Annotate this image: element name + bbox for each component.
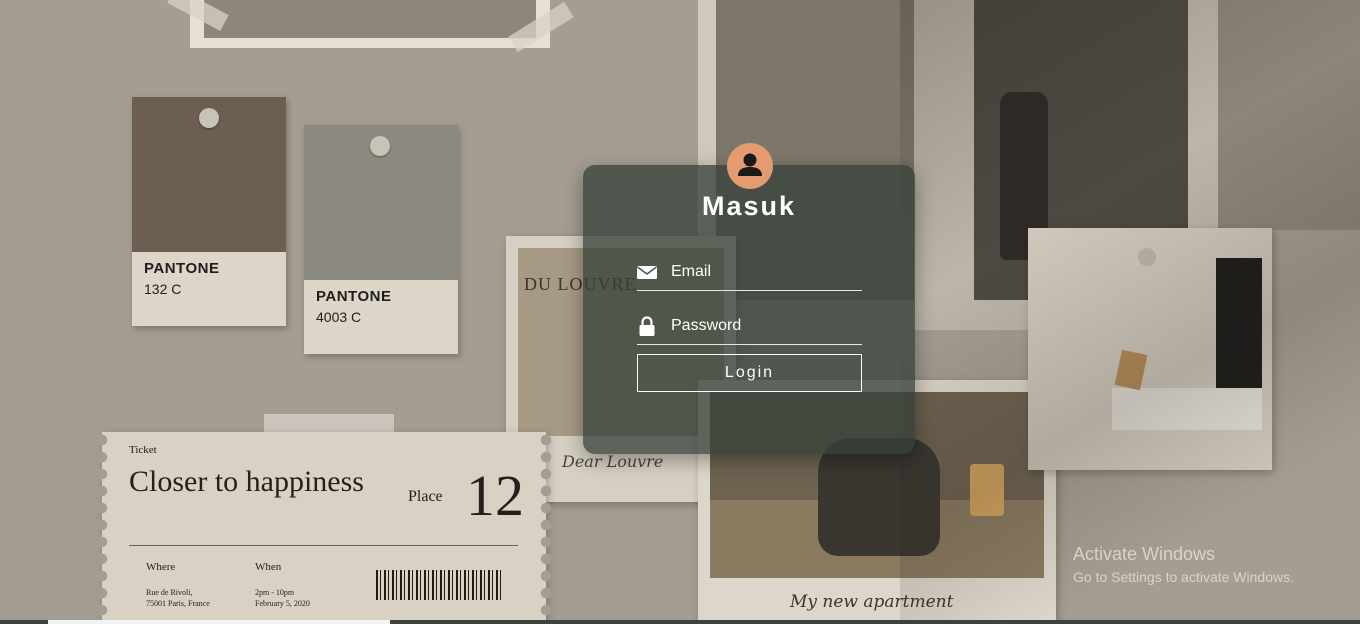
leaf-shadow bbox=[900, 0, 1360, 624]
ticket-where-label: Where bbox=[146, 561, 176, 573]
pin bbox=[370, 136, 390, 156]
ticket-place-number: 12 bbox=[466, 463, 524, 528]
activate-windows-title: Activate Windows bbox=[1073, 544, 1216, 564]
ticket-label: Ticket bbox=[129, 444, 157, 456]
pantone-swatch-2: PANTONE 4003 C bbox=[304, 125, 458, 354]
ticket-time: 2pm - 10pm bbox=[255, 588, 295, 597]
top-photo bbox=[190, 0, 550, 48]
ticket-date: February 5, 2020 bbox=[255, 599, 310, 608]
pin bbox=[199, 108, 219, 128]
ticket-address-line2: 75001 Paris, France bbox=[146, 599, 210, 608]
ticket-when-label: When bbox=[255, 561, 282, 573]
swatch-brand: PANTONE bbox=[144, 260, 220, 277]
swatch-code: 132 C bbox=[144, 281, 182, 297]
login-title: Masuk bbox=[701, 191, 797, 221]
ticket-place-label: Place bbox=[408, 488, 443, 505]
password-input[interactable] bbox=[671, 312, 861, 340]
louvre-signature: Dear Louvre bbox=[562, 452, 664, 471]
login-button[interactable]: Login bbox=[637, 354, 862, 392]
email-field bbox=[637, 258, 862, 291]
swatch-code: 4003 C bbox=[316, 309, 362, 325]
swatch-brand: PANTONE bbox=[316, 288, 392, 305]
bottom-strip bbox=[0, 620, 1360, 624]
activate-windows-subtitle: Go to Settings to activate Windows. bbox=[1073, 569, 1294, 585]
ticket-headline: Closer to happiness bbox=[129, 465, 364, 498]
email-input[interactable] bbox=[671, 258, 861, 286]
password-field bbox=[637, 312, 862, 345]
ticket-address-line1: Rue de Rivoli, bbox=[146, 588, 193, 597]
barcode bbox=[376, 570, 502, 600]
user-icon bbox=[727, 143, 773, 189]
ticket-card: Ticket Closer to happiness Place 12 Wher… bbox=[96, 432, 552, 624]
lock-icon bbox=[637, 316, 657, 336]
envelope-icon bbox=[637, 262, 657, 282]
pantone-swatch-1: PANTONE 132 C bbox=[132, 97, 286, 326]
